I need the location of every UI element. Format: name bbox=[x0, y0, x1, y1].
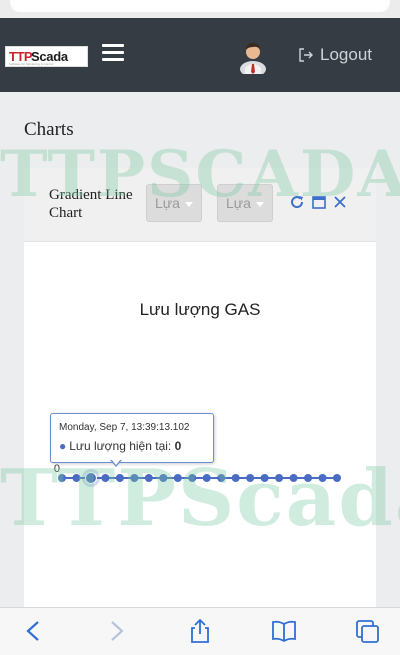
refresh-icon[interactable] bbox=[289, 194, 305, 210]
data-point[interactable] bbox=[318, 474, 327, 482]
logout-button[interactable]: Logout bbox=[298, 44, 372, 66]
tooltip-series-label: Lưu lượng hiện tại: bbox=[69, 439, 172, 453]
chart-tooltip: Monday, Sep 7, 13:39:13.102 ● Lưu lượng h… bbox=[50, 413, 214, 463]
logout-icon bbox=[299, 48, 313, 62]
data-point[interactable] bbox=[202, 474, 211, 482]
data-point[interactable] bbox=[275, 474, 284, 482]
tooltip-time: Monday, Sep 7, 13:39:13.102 bbox=[59, 422, 190, 433]
data-point[interactable] bbox=[217, 474, 226, 482]
select-1-value: Lựa bbox=[155, 195, 180, 211]
ttpscada-logo[interactable]: TTP Scada Software for Monitoring & Cont… bbox=[5, 46, 88, 67]
data-point[interactable] bbox=[159, 474, 168, 482]
series-dot-icon: ● bbox=[59, 439, 67, 453]
chart-panel: Gradient Line Chart Lựa Lựa Lưu lượng GA… bbox=[24, 168, 376, 608]
tooltip-arrow-inner bbox=[111, 459, 121, 465]
chevron-down-icon bbox=[256, 202, 264, 207]
data-point[interactable] bbox=[115, 474, 124, 482]
data-point[interactable] bbox=[144, 474, 153, 482]
chart-title: Lưu lượng GAS bbox=[139, 300, 261, 319]
series-select-1[interactable]: Lựa bbox=[146, 184, 202, 222]
user-avatar[interactable] bbox=[239, 38, 267, 74]
menu-hamburger-icon[interactable] bbox=[102, 44, 124, 62]
y-tick-label: 0 bbox=[54, 463, 60, 475]
back-icon[interactable] bbox=[20, 618, 48, 644]
data-point[interactable] bbox=[260, 474, 269, 482]
tooltip-value-row: ● Lưu lượng hiện tại: 0 bbox=[59, 439, 181, 453]
data-point[interactable] bbox=[72, 474, 81, 482]
data-point[interactable] bbox=[173, 474, 182, 482]
series-select-2[interactable]: Lựa bbox=[217, 184, 273, 222]
data-point[interactable] bbox=[101, 474, 110, 482]
maximize-icon[interactable] bbox=[311, 194, 327, 210]
data-point[interactable] bbox=[188, 474, 197, 482]
data-point[interactable] bbox=[130, 474, 139, 482]
data-point[interactable] bbox=[304, 474, 313, 482]
tabs-icon[interactable] bbox=[354, 618, 382, 644]
data-point[interactable] bbox=[231, 474, 240, 482]
bookmarks-icon[interactable] bbox=[270, 618, 298, 644]
tooltip-value: 0 bbox=[174, 439, 182, 453]
share-icon[interactable] bbox=[186, 618, 214, 644]
url-field[interactable] bbox=[10, 0, 390, 12]
data-point[interactable] bbox=[289, 474, 298, 482]
data-point[interactable] bbox=[84, 472, 97, 484]
chevron-down-icon bbox=[185, 202, 193, 207]
select-2-value: Lựa bbox=[226, 195, 251, 211]
panel-header: Gradient Line Chart Lựa Lựa bbox=[24, 168, 376, 242]
logout-label: Logout bbox=[320, 45, 372, 64]
url-bar-strip bbox=[0, 0, 400, 18]
data-point[interactable] bbox=[58, 474, 66, 482]
logo-tagline: Software for Monitoring & Control bbox=[9, 62, 54, 66]
forward-icon[interactable] bbox=[102, 618, 130, 644]
data-point[interactable] bbox=[246, 474, 255, 482]
close-icon[interactable] bbox=[332, 194, 348, 210]
panel-title: Gradient Line Chart bbox=[49, 187, 133, 221]
browser-toolbar bbox=[0, 607, 400, 655]
page-title: Charts bbox=[24, 119, 74, 140]
data-point[interactable] bbox=[333, 474, 341, 482]
